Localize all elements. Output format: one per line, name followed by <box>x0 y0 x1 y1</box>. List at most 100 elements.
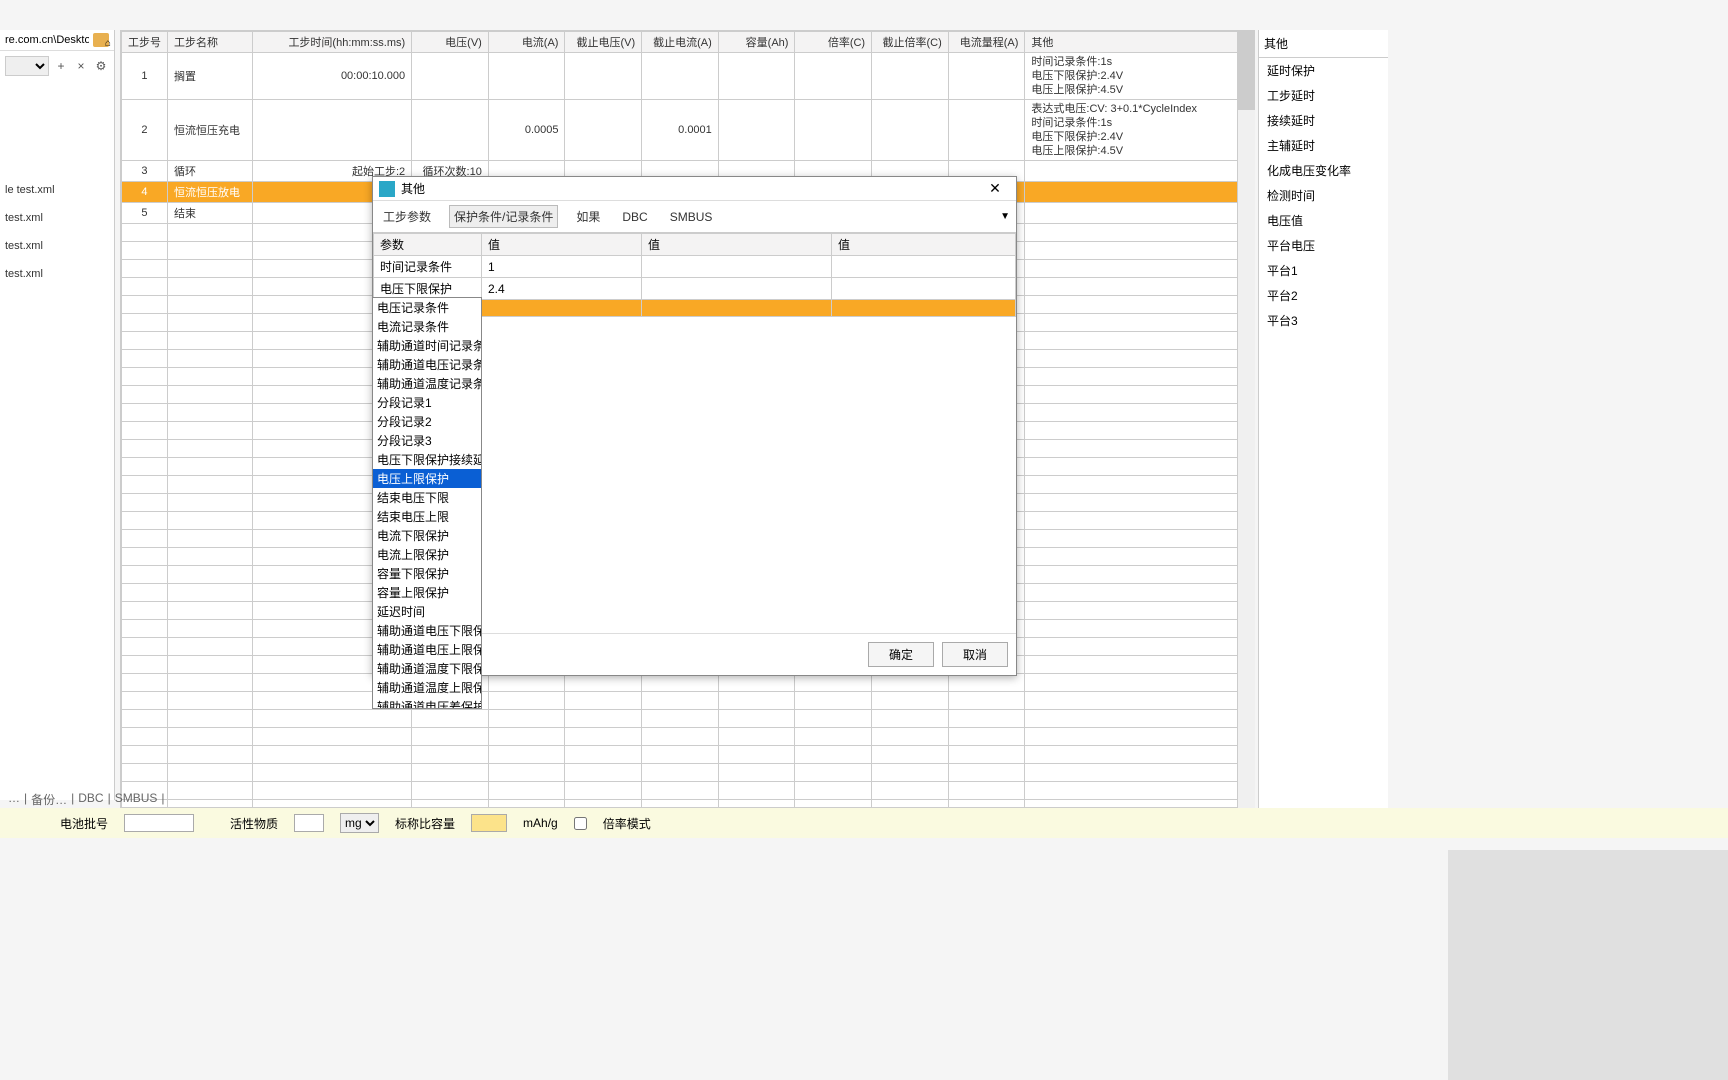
param-val[interactable]: 2.4 <box>482 278 642 300</box>
dropdown-item[interactable]: 分段记录1 <box>373 393 481 412</box>
battery-input[interactable] <box>124 814 194 832</box>
file-item[interactable]: test.xml <box>0 260 114 288</box>
table-row[interactable] <box>122 692 1239 710</box>
dropdown-item[interactable]: 辅助通道电压差保护 <box>373 697 481 709</box>
th-step[interactable]: 工步号 <box>122 32 168 53</box>
cell-step[interactable]: 2 <box>122 100 168 161</box>
cell-name[interactable]: 结束 <box>167 203 252 224</box>
table-row[interactable] <box>122 764 1239 782</box>
right-panel-item[interactable]: 工步延时 <box>1259 83 1388 108</box>
th-cap[interactable]: 容量(Ah) <box>718 32 795 53</box>
cell-cuta[interactable] <box>642 53 719 100</box>
cell-name[interactable]: 恒流恒压放电 <box>167 182 252 203</box>
rate-checkbox[interactable] <box>574 817 587 830</box>
sidebar-select[interactable] <box>5 56 49 76</box>
th-voltage[interactable]: 电压(V) <box>412 32 489 53</box>
table-row[interactable]: 2恒流恒压充电 0.0005 0.0001 表达式电压:CV: 3+0.1*Cycle… <box>122 100 1239 161</box>
right-panel-item[interactable]: 平台1 <box>1259 258 1388 283</box>
cell-step[interactable]: 1 <box>122 53 168 100</box>
th-cutv[interactable]: 截止电压(V) <box>565 32 642 53</box>
tab-if[interactable]: 如果 <box>572 206 604 227</box>
cell-time[interactable] <box>253 100 412 161</box>
table-row[interactable] <box>122 674 1239 692</box>
table-row[interactable] <box>122 800 1239 809</box>
dropdown-item[interactable]: 辅助通道温度记录条件 <box>373 374 481 393</box>
close-icon[interactable]: ✕ <box>980 180 1010 197</box>
tab-protection[interactable]: 保护条件/记录条件 <box>449 205 558 228</box>
add-button[interactable]: + <box>53 58 69 74</box>
pin-icon[interactable]: ⌂ <box>105 38 111 49</box>
dropdown-item[interactable]: 电流上限保护 <box>373 545 481 564</box>
file-item[interactable]: le test.xml <box>0 176 114 204</box>
dropdown-item[interactable]: 分段记录3 <box>373 431 481 450</box>
active-input[interactable] <box>294 814 324 832</box>
dropdown-item[interactable]: 电压下限保护接续延时 <box>373 450 481 469</box>
cell-name[interactable]: 恒流恒压充电 <box>167 100 252 161</box>
main-vscrollbar[interactable] <box>1237 30 1255 808</box>
dropdown-item[interactable]: 辅助通道时间记录条件 <box>373 336 481 355</box>
cell-name[interactable]: 搁置 <box>167 53 252 100</box>
cell-cuta[interactable]: 0.0001 <box>642 100 719 161</box>
th-name[interactable]: 工步名称 <box>167 32 252 53</box>
tab-dbc[interactable]: DBC <box>618 208 651 226</box>
dropdown-item[interactable]: 结束电压上限 <box>373 507 481 526</box>
dropdown-item[interactable]: 延迟时间 <box>373 602 481 621</box>
cell-step[interactable]: 3 <box>122 161 168 182</box>
right-panel-item[interactable]: 平台电压 <box>1259 233 1388 258</box>
cell-name[interactable]: 循环 <box>167 161 252 182</box>
th-cutrate[interactable]: 截止倍率(C) <box>872 32 949 53</box>
th-time[interactable]: 工步时间(hh:mm:ss.ms) <box>253 32 412 53</box>
param-row[interactable]: 时间记录条件 1 <box>374 256 1016 278</box>
tab-stepparams[interactable]: 工步参数 <box>379 206 435 227</box>
dropdown-item[interactable]: 辅助通道电压下限保护 <box>373 621 481 640</box>
th-current[interactable]: 电流(A) <box>488 32 565 53</box>
tab-more-icon[interactable]: ▼ <box>1000 211 1010 222</box>
right-panel-item[interactable]: 检测时间 <box>1259 183 1388 208</box>
table-row[interactable]: 1搁置00:00:10.000 时间记录条件:1s 电压下限保护:2.4V 电压上… <box>122 53 1239 100</box>
cell-voltage[interactable] <box>412 53 489 100</box>
right-panel-item[interactable]: 化成电压变化率 <box>1259 158 1388 183</box>
cell-step[interactable]: 4 <box>122 182 168 203</box>
dropdown-item[interactable]: 辅助通道电压记录条件 <box>373 355 481 374</box>
cell-other[interactable] <box>1025 161 1239 182</box>
cell-other[interactable] <box>1025 203 1239 224</box>
right-panel-item[interactable]: 平台2 <box>1259 283 1388 308</box>
right-panel-item[interactable]: 主辅延时 <box>1259 133 1388 158</box>
dropdown-item[interactable]: 电压记录条件 <box>373 298 481 317</box>
cell-other[interactable]: 时间记录条件:1s 电压下限保护:2.4V 电压上限保护:4.5V <box>1025 53 1239 100</box>
cell-current[interactable]: 0.0005 <box>488 100 565 161</box>
cell-other[interactable] <box>1025 182 1239 203</box>
right-panel-item[interactable]: 接续延时 <box>1259 108 1388 133</box>
th-other[interactable]: 其他 <box>1025 32 1239 53</box>
file-item[interactable]: test.xml <box>0 232 114 260</box>
cell-time[interactable]: 00:00:10.000 <box>253 53 412 100</box>
unit-select[interactable]: mg <box>340 813 379 833</box>
param-dropdown-list[interactable]: 电压记录条件电流记录条件辅助通道时间记录条件辅助通道电压记录条件辅助通道温度记录… <box>372 297 482 709</box>
cell-other[interactable]: 表达式电压:CV: 3+0.1*CycleIndex 时间记录条件:1s 电压下… <box>1025 100 1239 161</box>
capacity-input[interactable] <box>471 814 507 832</box>
dropdown-item[interactable]: 容量下限保护 <box>373 564 481 583</box>
table-row[interactable] <box>122 728 1239 746</box>
dropdown-item[interactable]: 电流记录条件 <box>373 317 481 336</box>
dropdown-item[interactable]: 辅助通道电压上限保护 <box>373 640 481 659</box>
table-row[interactable] <box>122 782 1239 800</box>
th-range[interactable]: 电流量程(A) <box>948 32 1025 53</box>
remove-button[interactable]: × <box>73 58 89 74</box>
dropdown-item[interactable]: 辅助通道温度下限保护 <box>373 659 481 678</box>
th-rate[interactable]: 倍率(C) <box>795 32 872 53</box>
settings-icon[interactable]: ⚙ <box>93 58 109 74</box>
right-panel-item[interactable]: 电压值 <box>1259 208 1388 233</box>
dropdown-item[interactable]: 容量上限保护 <box>373 583 481 602</box>
dropdown-item[interactable]: 结束电压下限 <box>373 488 481 507</box>
table-row[interactable] <box>122 746 1239 764</box>
dropdown-item[interactable]: 辅助通道温度上限保护 <box>373 678 481 697</box>
file-item[interactable]: test.xml <box>0 204 114 232</box>
dropdown-item[interactable]: 电压上限保护 <box>373 469 481 488</box>
ok-button[interactable]: 确定 <box>868 642 934 667</box>
dropdown-item[interactable]: 分段记录2 <box>373 412 481 431</box>
cell-voltage[interactable] <box>412 100 489 161</box>
cancel-button[interactable]: 取消 <box>942 642 1008 667</box>
right-panel-item[interactable]: 延时保护 <box>1259 58 1388 83</box>
th-cuta[interactable]: 截止电流(A) <box>642 32 719 53</box>
cell-step[interactable]: 5 <box>122 203 168 224</box>
